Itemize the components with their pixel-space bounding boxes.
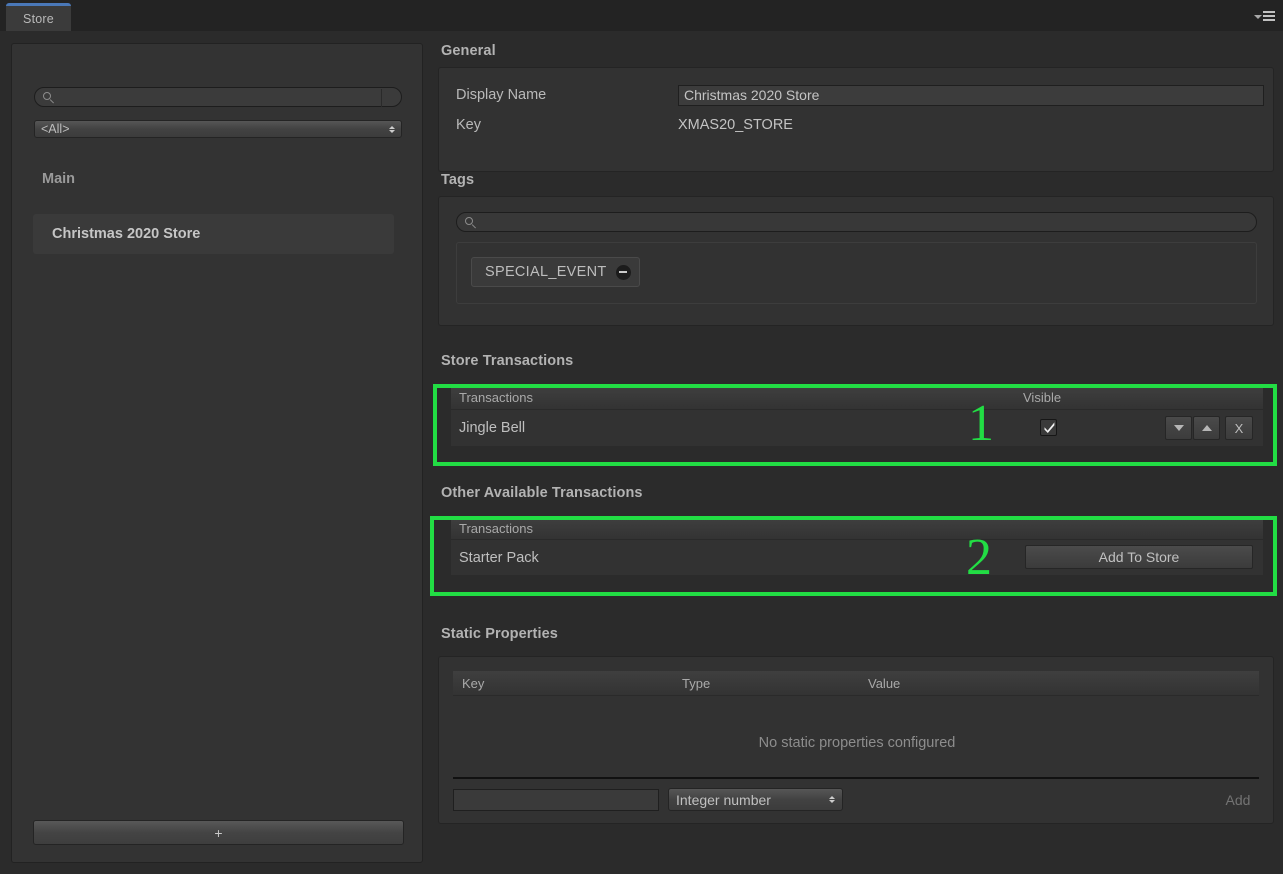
static-properties-section-title: Static Properties [441,626,558,642]
add-to-store-button[interactable]: Add To Store [1025,545,1253,569]
static-properties-header: Key Type Value [453,671,1259,696]
tags-list: SPECIAL_EVENT [456,242,1257,304]
tag-chip-special-event[interactable]: SPECIAL_EVENT [471,257,640,287]
column-header-transactions: Transactions [459,521,533,536]
window-menu-button[interactable] [1254,11,1275,21]
display-name-label: Display Name [456,87,547,103]
add-store-button[interactable]: + [33,820,404,845]
column-header-key: Key [462,676,485,691]
sidebar-filter-value: <All> [41,122,70,136]
store-transactions-table: Transactions Visible Jingle Bell X [451,386,1263,446]
static-properties-section: Key Type Value No static properties conf… [438,656,1274,824]
display-name-input[interactable]: Christmas 2020 Store [678,84,1264,106]
sidebar-group-title: Main [42,171,76,187]
sidebar-search-field[interactable] [34,87,402,107]
column-header-value: Value [868,676,901,691]
tags-search-field[interactable] [456,212,1257,232]
divider [453,777,1259,779]
visible-checkbox[interactable] [1040,419,1057,436]
tags-section: SPECIAL_EVENT [438,196,1274,326]
other-transactions-section-title: Other Available Transactions [441,485,643,501]
other-available-transactions-table: Transactions Starter Pack Add To Store [451,518,1263,575]
chevron-updown-icon [389,125,395,133]
new-property-key-input[interactable] [453,789,659,811]
column-header-transactions: Transactions [459,390,533,405]
remove-label: X [1234,420,1244,436]
minus-circle-icon[interactable] [615,264,631,280]
store-transactions-header: Transactions Visible [451,386,1263,410]
tab-store-label: Store [23,11,54,26]
general-section: Display Name Christmas 2020 Store Key XM… [438,67,1274,172]
sidebar-item-christmas-2020-store[interactable]: Christmas 2020 Store [33,214,394,254]
new-property-type-value: Integer number [676,791,771,808]
chevron-down-icon [1254,15,1262,19]
table-row: Starter Pack Add To Store [451,540,1263,576]
search-icon [465,216,476,228]
chevron-updown-icon [829,796,835,803]
add-store-button-label: + [214,824,223,841]
search-clear-divider [381,89,382,107]
move-up-button[interactable] [1193,416,1220,440]
table-row: Jingle Bell X [451,410,1263,446]
store-transactions-section-title: Store Transactions [441,353,574,369]
remove-transaction-button[interactable]: X [1225,416,1253,440]
hamburger-menu-icon [1263,11,1275,21]
triangle-up-icon [1201,425,1212,431]
tab-store[interactable]: Store [6,3,71,31]
column-header-type: Type [682,676,711,691]
search-icon [43,91,54,103]
display-name-row: Display Name Christmas 2020 Store [456,84,1264,106]
add-property-button[interactable]: Add [1217,788,1259,811]
key-row: Key XMAS20_STORE [456,114,793,136]
add-property-label: Add [1225,791,1251,808]
sidebar-item-label: Christmas 2020 Store [52,226,201,242]
column-header-visible: Visible [1023,390,1062,405]
tags-section-title: Tags [441,172,475,188]
sidebar-filter-dropdown[interactable]: <All> [34,120,402,138]
general-section-title: General [441,43,496,59]
unity-editor-window: Store <All> Main Christmas 2020 Store + … [0,0,1283,874]
check-icon [1044,422,1055,433]
new-property-type-select[interactable]: Integer number [668,788,843,811]
tab-bar: Store [0,0,1283,31]
tag-chip-label: SPECIAL_EVENT [485,264,607,280]
transaction-name: Starter Pack [459,550,539,566]
key-label: Key [456,117,481,133]
move-down-button[interactable] [1165,416,1192,440]
triangle-down-icon [1173,425,1184,431]
key-value: XMAS20_STORE [678,117,793,133]
transaction-name: Jingle Bell [459,420,526,436]
editor-body: <All> Main Christmas 2020 Store + Genera… [0,31,1283,874]
sidebar-panel: <All> Main Christmas 2020 Store + [11,43,423,863]
static-properties-empty-message: No static properties configured [758,735,956,751]
inspector-panel: General Display Name Christmas 2020 Stor… [434,31,1277,874]
other-transactions-header: Transactions [451,518,1263,540]
add-to-store-label: Add To Store [1098,549,1180,565]
